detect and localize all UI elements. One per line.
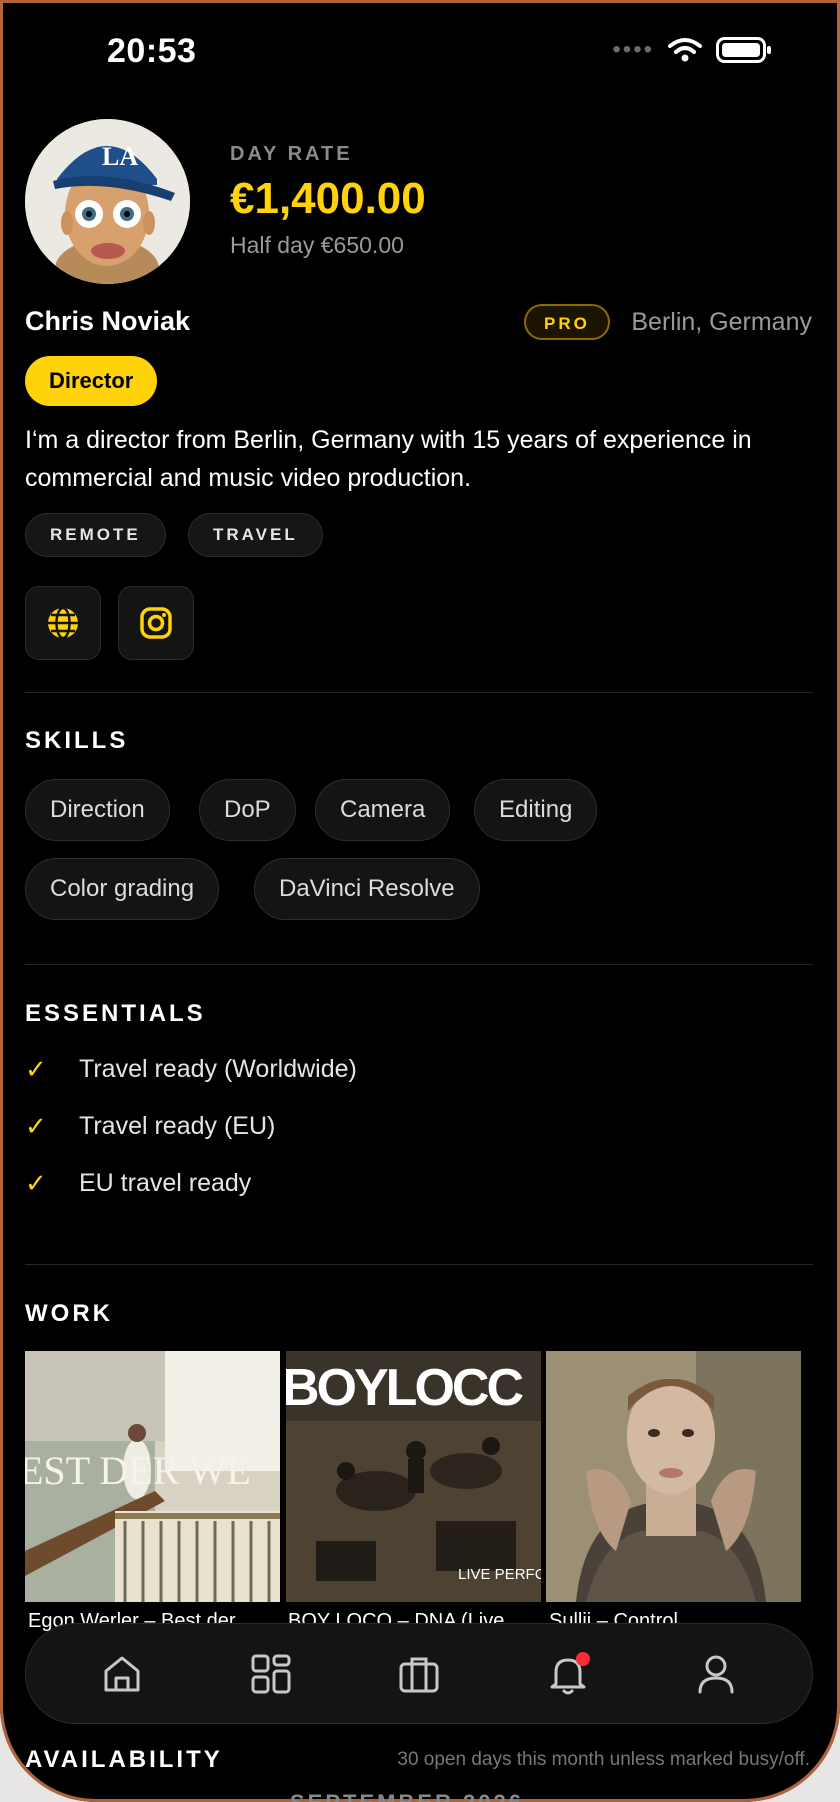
essential-text: EU travel ready xyxy=(79,1169,252,1197)
nav-jobs[interactable] xyxy=(395,1650,443,1698)
pro-badge: PRO xyxy=(524,304,610,340)
work-title: WORK xyxy=(25,1300,113,1327)
nav-notifications[interactable] xyxy=(544,1650,592,1698)
essential-item: ✓ Travel ready (Worldwide) xyxy=(25,1054,357,1085)
work-overlay-text: BOYLOCC xyxy=(286,1359,523,1417)
svg-text:LA: LA xyxy=(102,142,138,171)
nav-profile[interactable] xyxy=(692,1650,740,1698)
availability-title: AVAILABILITY xyxy=(25,1746,223,1773)
work-thumbnail[interactable] xyxy=(546,1351,801,1602)
notification-dot xyxy=(576,1652,590,1666)
grid-icon xyxy=(251,1654,291,1694)
skill-chip: DoP xyxy=(199,779,296,841)
nav-home[interactable] xyxy=(98,1650,146,1698)
wifi-icon xyxy=(668,38,702,62)
check-icon: ✓ xyxy=(25,1111,47,1141)
work-thumbnail[interactable]: EST DER WE xyxy=(25,1351,280,1602)
phone-screen: 20:53 •••• LA DAY RATE €1,400.00 Half da… xyxy=(0,0,840,1802)
home-icon xyxy=(104,1656,140,1692)
availability-month: SEPTEMBER 2026 xyxy=(290,1790,524,1802)
battery-icon xyxy=(716,37,771,63)
role-badge: Director xyxy=(25,356,158,406)
website-button[interactable] xyxy=(25,586,101,660)
skill-chip: Direction xyxy=(25,779,170,841)
status-icons: •••• xyxy=(612,36,772,64)
bottom-nav xyxy=(25,1623,813,1724)
essential-text: Travel ready (Worldwide) xyxy=(79,1055,357,1083)
essential-text: Travel ready (EU) xyxy=(79,1112,276,1140)
profile-icon xyxy=(698,1655,734,1694)
divider xyxy=(25,964,813,965)
profile-location: Berlin, Germany xyxy=(631,308,812,336)
divider xyxy=(25,692,813,693)
skills-title: SKILLS xyxy=(25,727,129,754)
day-rate-label: DAY RATE xyxy=(230,143,353,165)
tag-travel: TRAVEL xyxy=(188,513,323,557)
avatar: LA xyxy=(25,119,190,284)
globe-icon xyxy=(48,606,78,640)
signal-icon: •••• xyxy=(612,36,654,63)
skill-chip: Editing xyxy=(474,779,598,841)
check-icon: ✓ xyxy=(25,1054,47,1084)
divider xyxy=(25,1264,813,1265)
essential-item: ✓ Travel ready (EU) xyxy=(25,1111,275,1142)
instagram-icon xyxy=(140,607,172,639)
work-overlay-subtext: LIVE PERFC xyxy=(458,1566,541,1583)
half-day-rate: Half day €650.00 xyxy=(230,232,404,258)
essentials-title: ESSENTIALS xyxy=(25,1000,206,1027)
tag-remote: REMOTE xyxy=(25,513,166,557)
availability-note: 30 open days this month unless marked bu… xyxy=(397,1749,810,1770)
briefcase-icon xyxy=(399,1657,439,1693)
work-overlay-text: EST DER WE xyxy=(25,1448,251,1493)
work-thumbnail[interactable]: BOYLOCC LIVE PERFC xyxy=(286,1351,541,1602)
profile-name: Chris Noviak xyxy=(25,306,191,336)
essential-item: ✓ EU travel ready xyxy=(25,1168,251,1199)
profile-bio: I‘m a director from Berlin, Germany with… xyxy=(25,426,752,492)
skill-chip: Color grading xyxy=(25,858,220,920)
instagram-button[interactable] xyxy=(118,586,194,660)
day-rate-value: €1,400.00 xyxy=(230,174,426,223)
nav-dashboard[interactable] xyxy=(247,1650,295,1698)
skill-chip: Camera xyxy=(315,779,451,841)
check-icon: ✓ xyxy=(25,1168,47,1198)
status-time: 20:53 xyxy=(107,32,197,70)
skill-chip: DaVinci Resolve xyxy=(254,858,480,920)
